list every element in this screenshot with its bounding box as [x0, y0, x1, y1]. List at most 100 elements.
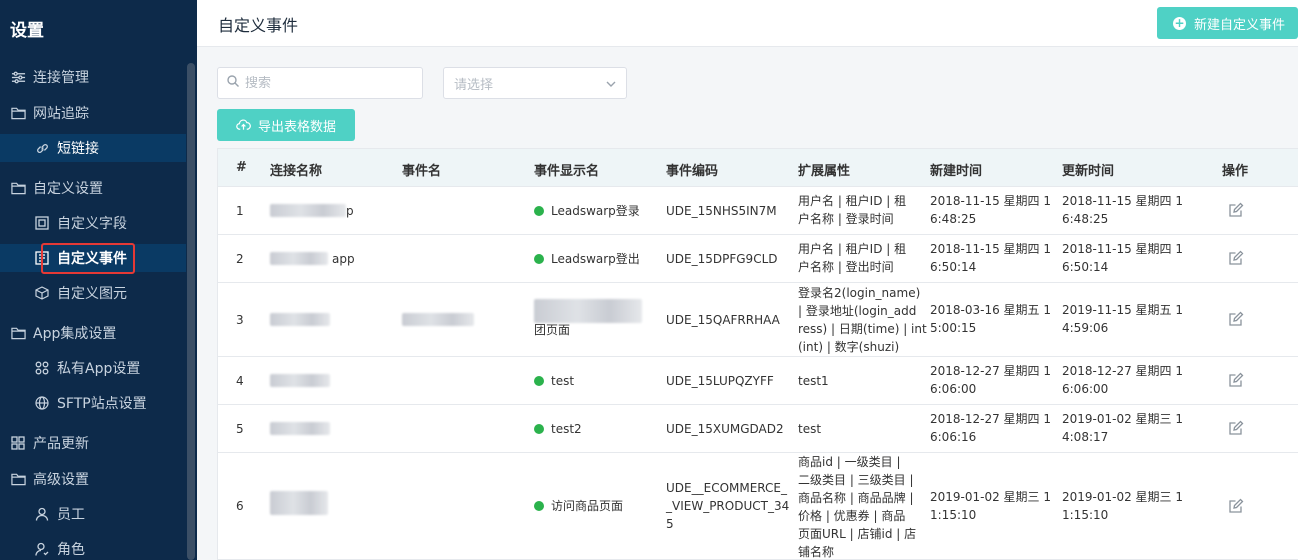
sidebar-item-roles[interactable]: 角色 [0, 535, 186, 560]
ext-line: 铺名称 [798, 545, 835, 559]
sidebar-item-app-integration[interactable]: App集成设置 [0, 319, 186, 347]
sidebar-item-custom-fields[interactable]: 自定义字段 [0, 209, 186, 237]
sidebar-title: 设置 [10, 21, 44, 41]
edit-icon[interactable] [1228, 372, 1244, 388]
page-title: 自定义事件 [218, 16, 299, 35]
grid-icon [10, 435, 26, 451]
sidebar-item-label: 自定义设置 [33, 181, 103, 197]
table-row: 5 test2 UDE_15XUMGDAD2 test 2018-12-27 星… [218, 405, 1298, 453]
edit-icon[interactable] [1228, 311, 1244, 327]
sidebar-item-short-link[interactable]: 短链接 [0, 134, 186, 162]
code-line: 5 [666, 517, 674, 531]
display-label: test2 [551, 422, 582, 436]
edit-icon[interactable] [1228, 250, 1244, 266]
export-table-button[interactable]: 导出表格数据 [217, 109, 355, 141]
connection-name: p [346, 204, 354, 218]
sidebar-item-custom-elements[interactable]: 自定义图元 [0, 279, 186, 307]
code-line: _VIEW_PRODUCT_34 [666, 499, 790, 513]
time-line: 2019-01-02 星期三 1 [930, 490, 1052, 504]
time-line: 2018-11-15 星期四 1 [1062, 242, 1184, 256]
time-line: 2018-11-15 星期四 1 [1062, 194, 1184, 208]
sidebar-item-advanced[interactable]: 高级设置 [0, 465, 186, 493]
display-label: Leadswarp登录 [551, 204, 640, 218]
sidebar-item-private-app[interactable]: 私有App设置 [0, 354, 186, 382]
event-code: UDE_15QAFRRHAA [666, 313, 780, 327]
created-time: 2018-11-15 星期四 1 6:50:14 [930, 240, 1051, 276]
column-header: 新建时间 [930, 164, 983, 179]
created-time: 2018-11-15 星期四 1 6:48:25 [930, 192, 1051, 228]
ext-line: 用户名 | 租户ID | 租 [798, 194, 907, 208]
sidebar-item-label: 连接管理 [33, 70, 89, 86]
redacted-text [270, 422, 330, 435]
time-line: 6:06:00 [930, 382, 977, 396]
table-row: 4 test UDE_15LUPQZYFF test1 2018-12-27 星… [218, 357, 1298, 405]
column-header: 扩展属性 [798, 164, 851, 179]
sidebar-item-product-updates[interactable]: 产品更新 [0, 429, 186, 457]
extended-attributes: test1 [798, 374, 829, 388]
new-custom-event-button[interactable]: + 新建自定义事件 [1157, 7, 1298, 39]
ext-line: 户名称 | 登出时间 [798, 260, 894, 274]
edit-icon[interactable] [1228, 498, 1244, 514]
created-time: 2018-12-27 星期四 1 6:06:00 [930, 362, 1051, 398]
sidebar-item-connections[interactable]: 连接管理 [0, 63, 186, 91]
row-number: 2 [236, 252, 244, 266]
display-label: Leadswarp登出 [551, 252, 640, 266]
highlight-box [41, 243, 135, 274]
events-table: # 连接名称 事件名 事件显示名 事件编码 扩展属性 新建时间 更新时间 操作 … [217, 148, 1298, 560]
sidebar-item-label: 高级设置 [33, 472, 89, 488]
ext-line: 页面URL | 店铺id | 店 [798, 527, 917, 541]
time-line: 4:08:17 [1062, 430, 1109, 444]
time-line: 2018-03-16 星期五 1 [930, 303, 1052, 317]
time-line: 5:00:15 [930, 321, 977, 335]
ext-line: 二级类目 | 三级类目 | [798, 473, 914, 487]
extended-attributes: test [798, 422, 822, 436]
time-line: 6:50:14 [1062, 260, 1109, 274]
column-header: 连接名称 [270, 164, 323, 179]
time-line: 2019-01-02 星期三 1 [1062, 490, 1184, 504]
table-header: # 连接名称 事件名 事件显示名 事件编码 扩展属性 新建时间 更新时间 操作 [218, 149, 1298, 187]
ext-line: 商品id | 一级类目 | [798, 455, 901, 469]
search-field[interactable] [217, 67, 423, 99]
sidebar-item-label: 私有App设置 [57, 361, 141, 377]
redacted-text [270, 252, 328, 265]
extended-attributes: 用户名 | 租户ID | 租户名称 | 登出时间 [798, 240, 906, 276]
time-line: 6:48:25 [930, 212, 977, 226]
sidebar-scrollbar[interactable] [187, 63, 195, 560]
status-dot [534, 501, 544, 511]
folder-icon [10, 471, 26, 487]
sidebar-item-label: 角色 [57, 542, 85, 558]
chevron-down-icon [606, 76, 616, 91]
page-header: 自定义事件 + 新建自定义事件 [197, 0, 1298, 47]
field-icon [34, 215, 50, 231]
redacted-text [402, 313, 474, 326]
row-number: 4 [236, 374, 244, 388]
search-input[interactable] [245, 75, 405, 91]
display-label: 访问商品页面 [551, 499, 624, 513]
time-line: 6:48:25 [1062, 212, 1109, 226]
event-code: UDE_15DPFG9CLD [666, 252, 778, 266]
folder-icon [10, 105, 26, 121]
ext-line: | 登录地址(login_add [798, 304, 917, 318]
edit-icon[interactable] [1228, 420, 1244, 436]
column-header: 操作 [1222, 164, 1249, 179]
time-line: 2018-11-15 星期四 1 [930, 194, 1052, 208]
event-code: UDE_15LUPQZYFF [666, 374, 774, 388]
ext-line: ress) | 日期(time) | int [798, 322, 927, 336]
edit-icon[interactable] [1228, 202, 1244, 218]
sidebar-item-label: App集成设置 [33, 326, 117, 342]
sidebar-item-sftp[interactable]: SFTP站点设置 [0, 389, 186, 417]
filter-select[interactable]: 请选择 [443, 67, 627, 99]
select-placeholder: 请选择 [454, 77, 494, 93]
sidebar-item-custom-settings[interactable]: 自定义设置 [0, 174, 186, 202]
time-line: 6:06:16 [930, 430, 977, 444]
redacted-text [534, 299, 642, 323]
column-header: # [236, 160, 247, 175]
ext-line: 用户名 | 租户ID | 租 [798, 242, 907, 256]
table-row: 3 团页面 UDE_15QAFRRHAA 登录名2(login_name) | 登… [218, 283, 1298, 357]
sidebar-item-web-tracking[interactable]: 网站追踪 [0, 99, 186, 127]
time-line: 1:15:10 [930, 508, 977, 522]
time-line: 2018-12-27 星期四 1 [930, 412, 1052, 426]
time-line: 6:06:00 [1062, 382, 1109, 396]
sidebar: 设置 连接管理 网站追踪 短链接 自定义设置 自定义字段 自定义事件 自定义图元… [0, 0, 197, 560]
sidebar-item-staff[interactable]: 员工 [0, 500, 186, 528]
